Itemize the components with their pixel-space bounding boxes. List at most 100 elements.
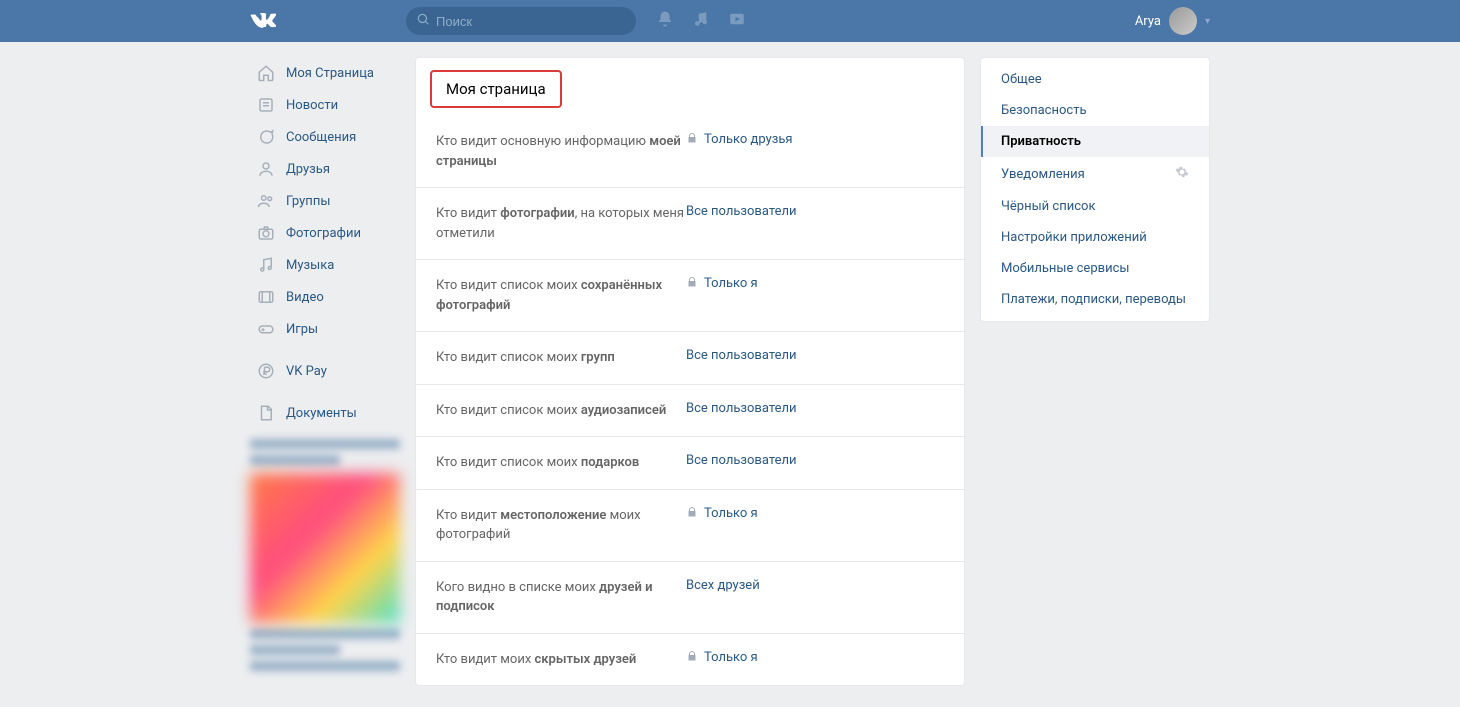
settings-tab-label: Настройки приложений	[1001, 230, 1147, 245]
privacy-setting-row: Кто видит список моих сохранённых фотогр…	[416, 259, 964, 331]
nav-friends[interactable]: Друзья	[250, 153, 400, 185]
setting-value-text: Только я	[704, 276, 758, 291]
lock-icon	[686, 132, 698, 147]
top-header: Arya ▾	[0, 0, 1460, 42]
privacy-setting-row: Кого видно в списке моих друзей и подпис…	[416, 561, 964, 633]
privacy-settings-panel: Моя страница Кто видит основную информац…	[415, 57, 965, 686]
settings-tab-label: Приватность	[1001, 134, 1081, 149]
settings-tab-мобильные-сервисы[interactable]: Мобильные сервисы	[981, 253, 1209, 284]
user-icon	[256, 159, 276, 179]
nav-photos[interactable]: Фотографии	[250, 217, 400, 249]
user-menu[interactable]: Arya ▾	[1135, 7, 1210, 35]
setting-value-text: Все пользователи	[686, 453, 797, 468]
lock-icon	[686, 276, 698, 291]
gear-icon[interactable]	[1175, 165, 1189, 183]
setting-value-text: Все пользователи	[686, 348, 797, 363]
gamepad-icon	[256, 319, 276, 339]
chevron-down-icon: ▾	[1205, 16, 1210, 27]
setting-value[interactable]: Все пользователи	[686, 204, 797, 243]
ruble-icon	[256, 361, 276, 381]
setting-value-text: Всех друзей	[686, 578, 760, 593]
lock-icon	[686, 506, 698, 521]
setting-label: Кто видит список моих аудиозаписей	[436, 401, 686, 421]
setting-value-text: Все пользователи	[686, 401, 797, 416]
setting-label: Кого видно в списке моих друзей и подпис…	[436, 578, 686, 617]
setting-value[interactable]: Все пользователи	[686, 401, 797, 421]
setting-value-text: Только друзья	[704, 132, 793, 147]
news-icon	[256, 95, 276, 115]
setting-value[interactable]: Все пользователи	[686, 348, 797, 368]
nav-documents[interactable]: Документы	[250, 397, 400, 429]
setting-label: Кто видит местоположение моих фотографий	[436, 506, 686, 545]
nav-messages[interactable]: Сообщения	[250, 121, 400, 153]
privacy-setting-row: Кто видит список моих аудиозаписейВсе по…	[416, 384, 964, 437]
setting-value[interactable]: Только я	[686, 650, 758, 670]
left-nav: Моя Страница Новости Сообщения Друзья Гр…	[250, 57, 400, 677]
settings-tab-платежи-подписки-переводы[interactable]: Платежи, подписки, переводы	[981, 284, 1209, 315]
users-icon	[256, 191, 276, 211]
username: Arya	[1135, 14, 1161, 29]
settings-tab-общее[interactable]: Общее	[981, 64, 1209, 95]
nav-news[interactable]: Новости	[250, 89, 400, 121]
privacy-setting-row: Кто видит список моих группВсе пользоват…	[416, 331, 964, 384]
setting-label: Кто видит список моих групп	[436, 348, 686, 368]
document-icon	[256, 403, 276, 423]
settings-tab-приватность[interactable]: Приватность	[981, 126, 1209, 157]
setting-label: Кто видит список моих подарков	[436, 453, 686, 473]
film-icon	[256, 287, 276, 307]
privacy-setting-row: Кто видит список моих подарковВсе пользо…	[416, 436, 964, 489]
video-icon[interactable]	[728, 10, 746, 32]
setting-value[interactable]: Все пользователи	[686, 453, 797, 473]
section-title: Моя страница	[430, 70, 562, 108]
setting-value-text: Все пользователи	[686, 204, 797, 219]
avatar	[1169, 7, 1197, 35]
lock-icon	[686, 650, 698, 665]
settings-tab-чёрный-список[interactable]: Чёрный список	[981, 191, 1209, 222]
setting-value[interactable]: Всех друзей	[686, 578, 760, 617]
setting-label: Кто видит моих скрытых друзей	[436, 650, 686, 670]
search-input[interactable]	[436, 14, 616, 29]
nav-my-page[interactable]: Моя Страница	[250, 57, 400, 89]
settings-tab-безопасность[interactable]: Безопасность	[981, 95, 1209, 126]
header-icons	[656, 10, 746, 32]
home-icon	[256, 63, 276, 83]
setting-label: Кто видит фотографии, на которых меня от…	[436, 204, 686, 243]
message-icon	[256, 127, 276, 147]
settings-tab-label: Безопасность	[1001, 103, 1087, 118]
privacy-setting-row: Кто видит моих скрытых друзей Только я	[416, 633, 964, 686]
setting-value[interactable]: Только я	[686, 276, 758, 315]
settings-tab-label: Мобильные сервисы	[1001, 261, 1129, 276]
camera-icon	[256, 223, 276, 243]
privacy-setting-row: Кто видит основную информацию моей стран…	[416, 116, 964, 187]
privacy-setting-row: Кто видит местоположение моих фотографий…	[416, 489, 964, 561]
search-box[interactable]	[406, 7, 636, 35]
notifications-icon[interactable]	[656, 10, 674, 32]
nav-video[interactable]: Видео	[250, 281, 400, 313]
setting-value-text: Только я	[704, 506, 758, 521]
nav-vkpay[interactable]: VK Pay	[250, 355, 400, 387]
settings-tab-настройки-приложений[interactable]: Настройки приложений	[981, 222, 1209, 253]
page: Моя Страница Новости Сообщения Друзья Гр…	[250, 42, 1210, 686]
header-inner: Arya ▾	[250, 0, 1210, 42]
privacy-setting-row: Кто видит фотографии, на которых меня от…	[416, 187, 964, 259]
settings-tab-label: Платежи, подписки, переводы	[1001, 292, 1186, 307]
settings-tabs: Общее Безопасность Приватность Уведомления Ч…	[980, 57, 1210, 322]
vk-logo[interactable]	[250, 8, 276, 34]
music-icon[interactable]	[692, 10, 710, 32]
sidebar-ad-block	[250, 439, 400, 671]
nav-games[interactable]: Игры	[250, 313, 400, 345]
settings-tab-уведомления[interactable]: Уведомления	[981, 157, 1209, 191]
search-icon	[416, 12, 430, 30]
settings-tab-label: Уведомления	[1001, 167, 1085, 182]
setting-value-text: Только я	[704, 650, 758, 665]
setting-label: Кто видит список моих сохранённых фотогр…	[436, 276, 686, 315]
nav-music[interactable]: Музыка	[250, 249, 400, 281]
setting-value[interactable]: Только я	[686, 506, 758, 545]
setting-label: Кто видит основную информацию моей стран…	[436, 132, 686, 171]
setting-value[interactable]: Только друзья	[686, 132, 793, 171]
music-note-icon	[256, 255, 276, 275]
settings-tab-label: Чёрный список	[1001, 199, 1095, 214]
settings-tab-label: Общее	[1001, 72, 1042, 87]
nav-groups[interactable]: Группы	[250, 185, 400, 217]
main-column: Моя страница Кто видит основную информац…	[415, 57, 1210, 686]
